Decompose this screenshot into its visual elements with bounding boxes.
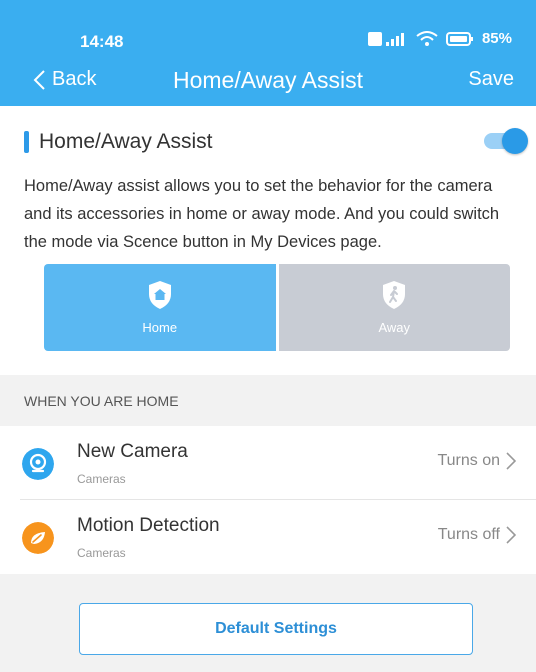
chevron-right-icon (506, 526, 516, 544)
mode-selector: Home Away (44, 264, 510, 351)
section-description: Home/Away assist allows you to set the b… (24, 177, 500, 251)
mode-away-button[interactable]: Away (278, 264, 510, 351)
section-header: Home/Away Assist (24, 130, 213, 154)
chevron-right-icon (506, 452, 516, 470)
list-item-new-camera[interactable]: New Camera Cameras Turns on (0, 426, 536, 499)
toggle-knob (502, 128, 528, 154)
mode-home-button[interactable]: Home (44, 264, 276, 351)
status-icons: 85% (367, 30, 512, 47)
home-shield-icon (148, 281, 171, 309)
motion-detection-icon (22, 522, 54, 554)
item-category: Cameras (77, 472, 126, 486)
item-status[interactable]: Turns on (437, 452, 516, 470)
item-status-label: Turns off (437, 526, 500, 543)
battery-level: 85% (481, 30, 512, 47)
mode-home-label: Home (142, 320, 178, 335)
walking-person-shield-icon (383, 281, 406, 309)
section-title: Home/Away Assist (39, 130, 213, 153)
item-category: Cameras (77, 546, 126, 560)
item-name: New Camera (77, 441, 188, 462)
camera-icon (22, 448, 54, 480)
page-title: Home/Away Assist (172, 67, 364, 93)
mode-away-label: Away (378, 320, 411, 335)
home-away-toggle[interactable] (484, 128, 528, 154)
section-accent (24, 131, 29, 153)
item-name: Motion Detection (77, 515, 220, 536)
wifi-icon (416, 30, 438, 46)
save-button[interactable]: Save (468, 68, 514, 91)
battery-icon (445, 31, 473, 46)
item-status-label: Turns on (437, 452, 500, 469)
default-settings-button[interactable]: Default Settings (79, 603, 473, 655)
list-header: WHEN YOU ARE HOME (24, 393, 179, 409)
item-status[interactable]: Turns off (438, 526, 516, 544)
status-time: 14:48 (80, 32, 124, 51)
list-item-motion-detection[interactable]: Motion Detection Cameras Turns off (0, 500, 536, 573)
signal-icon (367, 31, 404, 46)
app-header: 14:48 85% Back Home/Away Assist Save (0, 0, 536, 106)
